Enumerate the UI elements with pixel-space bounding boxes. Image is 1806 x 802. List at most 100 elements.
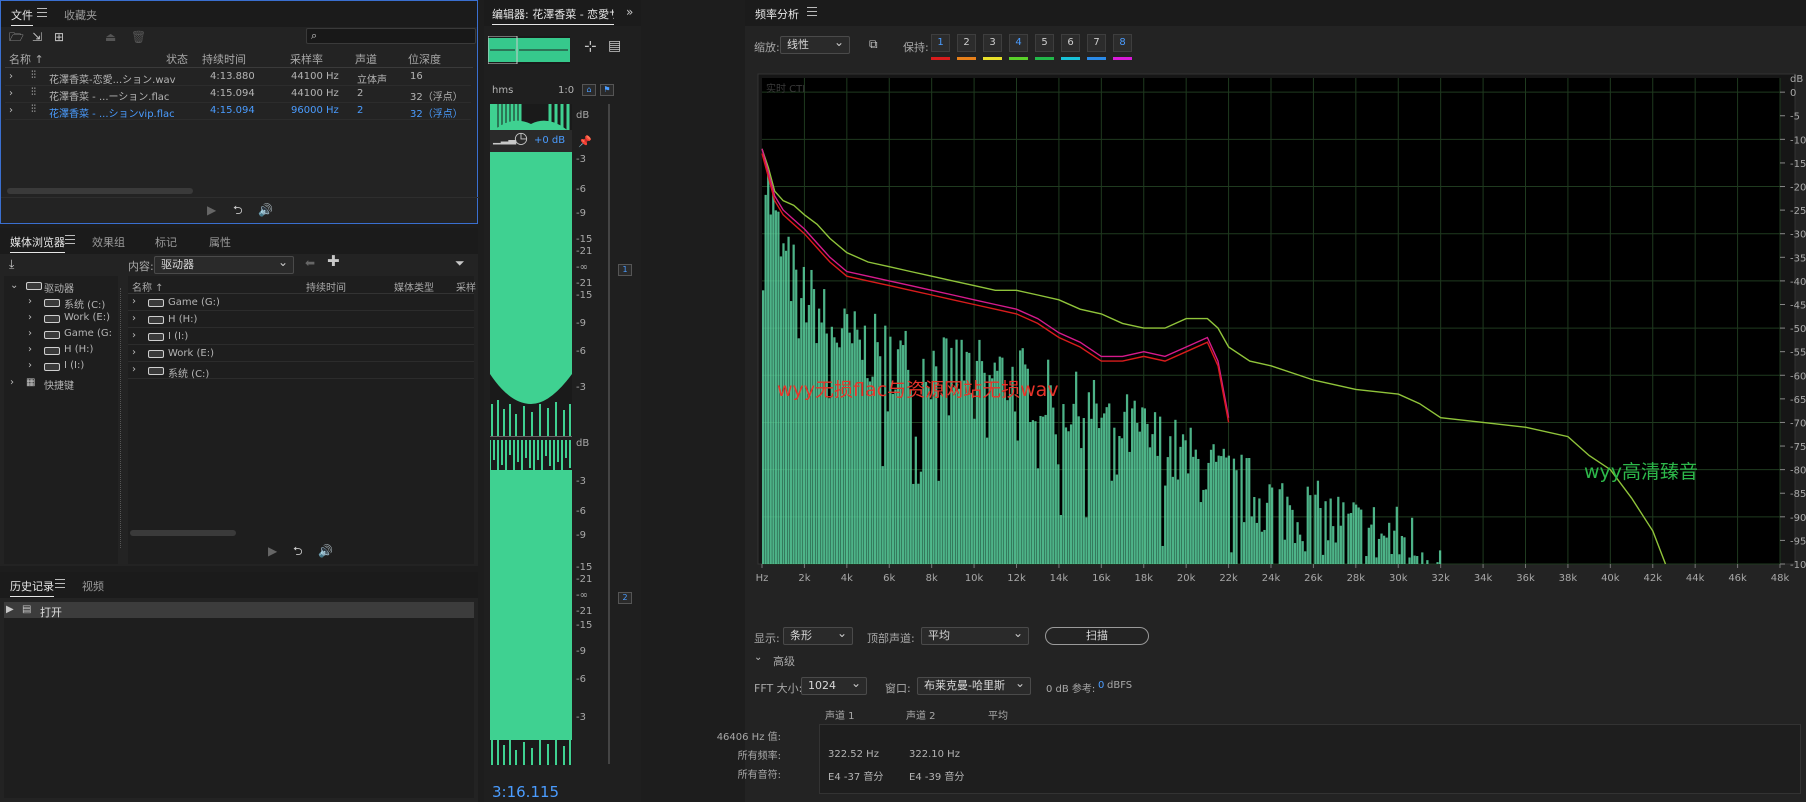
files-menu-icon[interactable]	[37, 8, 47, 17]
file-row[interactable]: › ⫶⫶ 花澤香菜 - ...ションvip.flac 4:15.094 9600…	[5, 102, 471, 120]
editor-title[interactable]: 编辑器: 花澤香菜 - 恋愛サー	[492, 6, 614, 25]
list-item[interactable]: › I (I:)	[128, 328, 474, 345]
top-channel-select[interactable]: 平均	[921, 625, 1029, 645]
open-folder-icon[interactable]: 🗁	[9, 31, 24, 43]
list-scrollbar[interactable]	[130, 530, 236, 536]
col-duration[interactable]: 持续时间	[202, 51, 246, 67]
ref-value[interactable]: 0	[1098, 680, 1104, 691]
back-icon[interactable]: ⬅	[305, 257, 315, 269]
tab-video[interactable]: 视频	[82, 578, 104, 594]
autoplay-icon[interactable]: 🔊	[258, 204, 273, 216]
freq-title[interactable]: 频率分析	[755, 6, 799, 24]
files-scrollbar[interactable]	[7, 188, 193, 194]
expand-icon[interactable]: ›	[132, 347, 136, 358]
editor-v-scroll[interactable]	[608, 104, 610, 764]
expand-icon[interactable]: ›	[132, 296, 136, 307]
insert-icon[interactable]: ⏏	[105, 31, 116, 43]
files-search-input[interactable]: ⌕	[306, 28, 476, 44]
tab-markers[interactable]: 标记	[155, 234, 177, 250]
expand-icon[interactable]: ›	[28, 296, 32, 307]
hold-8-button[interactable]: 8	[1113, 34, 1132, 52]
zoom-icon[interactable]: ⊹	[584, 39, 597, 54]
tree-item[interactable]: Work (E:)	[64, 312, 110, 323]
expand-icon[interactable]: ›	[28, 360, 32, 371]
history-item[interactable]: ▶ ▤ 打开	[4, 602, 474, 619]
gain-hud[interactable]: ▁▂▃ ◷ +0 dB	[490, 130, 572, 152]
hold-3-button[interactable]: 3	[983, 34, 1002, 52]
play-icon[interactable]: ▶	[268, 545, 277, 557]
tab-media-browser[interactable]: 媒体浏览器	[10, 234, 65, 253]
tree-item[interactable]: I (I:)	[64, 360, 84, 371]
hold-2-button[interactable]: 2	[957, 34, 976, 52]
tab-favorites[interactable]: 收藏夹	[64, 7, 97, 23]
history-menu-icon[interactable]	[55, 579, 65, 588]
loop-icon[interactable]: ⮌	[293, 545, 303, 557]
expand-icon[interactable]: ›	[132, 330, 136, 341]
advanced-toggle-icon[interactable]: ⌄	[754, 652, 762, 663]
expand-icon[interactable]: ›	[28, 312, 32, 323]
tree-shortcuts[interactable]: 快捷键	[44, 377, 74, 392]
expand-icon[interactable]: ›	[132, 313, 136, 324]
gain-knob-icon[interactable]: ◷	[514, 130, 528, 146]
col-name[interactable]: 名称 ↑	[132, 279, 164, 294]
spectrum-chart[interactable]: dB 0 -5 -10 -15 -20 -25 -30 -35 -40 -45 -50 -55 -60 -6…	[745, 70, 1806, 600]
tree-splitter[interactable]	[120, 288, 124, 548]
autoplay-icon[interactable]: 🔊	[318, 545, 333, 557]
snap-icon[interactable]: ⌂	[582, 84, 596, 96]
tree-root[interactable]: 驱动器	[44, 280, 74, 295]
window-select[interactable]: 布莱克曼-哈里斯	[917, 675, 1031, 695]
overview-strip[interactable]	[487, 35, 570, 65]
display-icon[interactable]: ▤	[608, 39, 621, 53]
display-select[interactable]: 条形	[783, 625, 853, 645]
hold-6-button[interactable]: 6	[1061, 34, 1080, 52]
fft-select[interactable]: 1024	[801, 675, 867, 695]
expand-icon[interactable]: ›	[9, 71, 13, 82]
content-select[interactable]: 驱动器	[154, 254, 294, 274]
collapse-icon[interactable]: ⌄	[10, 280, 18, 291]
col-rate[interactable]: 采样率	[290, 51, 323, 67]
tree-item[interactable]: Game (G:	[64, 328, 112, 339]
filter-icon[interactable]: ⏷	[455, 257, 465, 269]
list-item[interactable]: › Work (E:)	[128, 345, 474, 362]
play-icon[interactable]: ▶	[207, 204, 216, 216]
media-menu-icon[interactable]	[65, 235, 75, 244]
expand-icon[interactable]: ›	[9, 105, 13, 116]
new-file-icon[interactable]: ⊞	[54, 31, 64, 43]
col-status[interactable]: 状态	[166, 51, 188, 67]
expand-panels-icon[interactable]: »	[626, 6, 633, 18]
marker-icon[interactable]: ⚑	[600, 84, 614, 96]
expand-icon[interactable]: ›	[28, 344, 32, 355]
col-sample[interactable]: 采样	[456, 279, 476, 294]
hold-7-button[interactable]: 7	[1087, 34, 1106, 52]
zoom-fit-icon[interactable]: ⧉	[869, 38, 878, 50]
tree-item[interactable]: H (H:)	[64, 344, 93, 355]
scan-button[interactable]: 扫描	[1045, 627, 1149, 645]
list-item[interactable]: › H (H:)	[128, 311, 474, 328]
tab-properties[interactable]: 属性	[209, 234, 231, 250]
tab-history[interactable]: 历史记录	[10, 578, 54, 597]
hold-4-button[interactable]: 4	[1009, 34, 1028, 52]
channel-1-button[interactable]: 1	[618, 264, 632, 276]
col-channels[interactable]: 声道	[355, 51, 377, 67]
hold-1-button[interactable]: 1	[931, 34, 950, 52]
col-media-type[interactable]: 媒体类型	[394, 279, 434, 294]
tree-item[interactable]: 系统 (C:)	[64, 296, 105, 311]
file-row[interactable]: › ⫶⫶ 花澤香菜 - ...ーション.flac 4:15.094 44100 …	[5, 85, 471, 103]
zoom-select[interactable]: 线性	[780, 34, 850, 54]
tab-effects[interactable]: 效果组	[92, 234, 125, 250]
channel-2-button[interactable]: 2	[618, 592, 632, 604]
add-shortcut-icon[interactable]: ✚	[327, 254, 340, 269]
col-name[interactable]: 名称 ↑	[9, 51, 44, 67]
expand-icon[interactable]: ›	[10, 377, 14, 388]
download-icon[interactable]: ⤓	[9, 258, 14, 270]
expand-icon[interactable]: ›	[28, 328, 32, 339]
col-depth[interactable]: 位深度	[408, 51, 441, 67]
import-icon[interactable]: ⇲	[32, 31, 42, 43]
advanced-label[interactable]: 高级	[773, 653, 795, 669]
file-row[interactable]: › ⫶⫶ 花澤香菜-恋愛...ション.wav 4:13.880 44100 Hz…	[5, 68, 471, 86]
freq-menu-icon[interactable]	[807, 7, 817, 16]
tab-files[interactable]: 文件	[11, 7, 33, 26]
expand-icon[interactable]: ›	[9, 88, 13, 99]
list-item[interactable]: › 系统 (C:)	[128, 362, 474, 380]
expand-icon[interactable]: ›	[132, 364, 136, 375]
